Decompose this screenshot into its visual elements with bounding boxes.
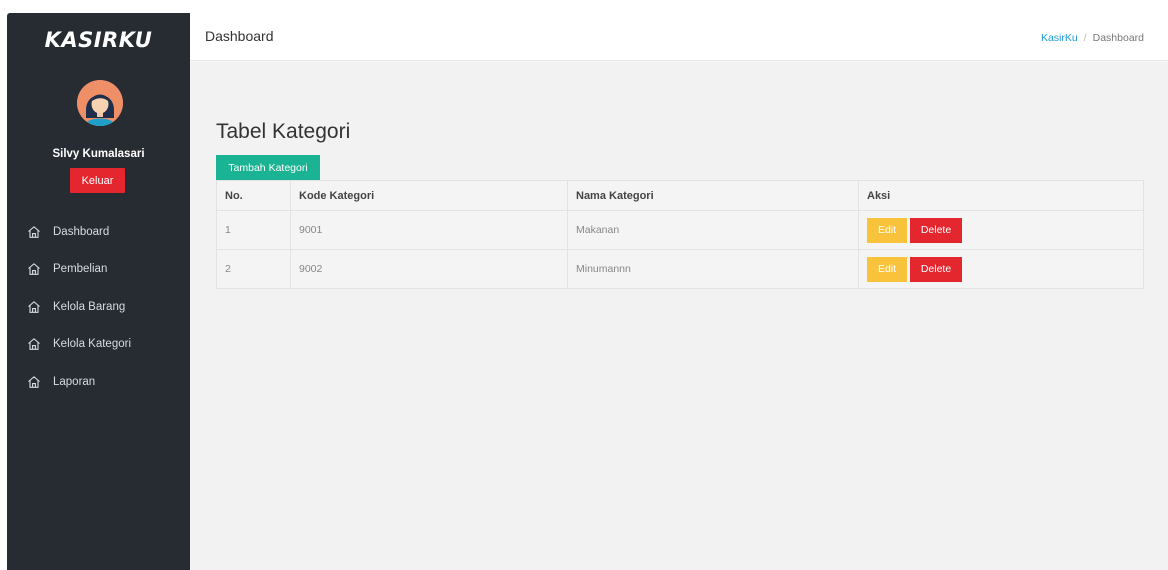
table-row: 2 9002 Minumannn Edit Delete [216, 249, 1144, 289]
breadcrumb-current: Dashboard [1092, 32, 1144, 44]
sidebar-item-label: Dashboard [53, 225, 110, 238]
sidebar-item-label: Laporan [53, 375, 96, 388]
home-icon [27, 375, 41, 389]
cell-no: 1 [216, 210, 291, 250]
sidebar-menu: Dashboard Pembelian Kelola Barang Kelola… [7, 213, 190, 401]
home-icon [27, 300, 41, 314]
column-header-nama: Nama Kategori [567, 180, 859, 211]
breadcrumb: KasirKu / Dashboard [1041, 32, 1144, 44]
breadcrumb-home-link[interactable]: KasirKu [1041, 32, 1078, 44]
cell-nama: Makanan [567, 210, 859, 250]
section-heading: Tabel Kategori [216, 120, 351, 143]
cell-kode: 9001 [290, 210, 568, 250]
user-name: Silvy Kumalasari [52, 148, 145, 160]
sidebar-item-label: Pembelian [53, 263, 108, 276]
sidebar-item-pembelian[interactable]: Pembelian [7, 251, 190, 289]
sidebar: KASIRKU Silvy Kumalasari Keluar Dashboar… [7, 13, 190, 570]
page-title: Dashboard [205, 28, 274, 44]
brand-logo[interactable]: KASIRKU [7, 28, 190, 52]
sidebar-item-label: Kelola Kategori [53, 338, 131, 351]
delete-button[interactable]: Delete [910, 217, 962, 243]
table-header-row: No. Kode Kategori Nama Kategori Aksi [216, 180, 1144, 211]
edit-button[interactable]: Edit [867, 256, 907, 282]
top-bar: Dashboard KasirKu / Dashboard [190, 13, 1168, 61]
home-icon [27, 225, 41, 239]
sidebar-item-label: Kelola Barang [53, 300, 126, 313]
cell-nama: Minumannn [567, 249, 859, 289]
column-header-kode: Kode Kategori [290, 180, 568, 211]
sidebar-item-kelola-barang[interactable]: Kelola Barang [7, 288, 190, 326]
cell-actions: Edit Delete [858, 210, 1144, 250]
main-content: Tabel Kategori Tambah Kategori No. Kode … [190, 62, 1168, 570]
cell-kode: 9002 [290, 249, 568, 289]
column-header-aksi: Aksi [858, 180, 1144, 211]
sidebar-item-dashboard[interactable]: Dashboard [7, 213, 190, 251]
delete-button[interactable]: Delete [910, 256, 962, 282]
column-header-no: No. [216, 180, 291, 211]
edit-button[interactable]: Edit [867, 217, 907, 243]
user-avatar [77, 80, 123, 126]
cell-actions: Edit Delete [858, 249, 1144, 289]
category-table: No. Kode Kategori Nama Kategori Aksi 1 9… [216, 180, 1144, 289]
category-table-container: No. Kode Kategori Nama Kategori Aksi 1 9… [216, 180, 1144, 289]
sidebar-item-kelola-kategori[interactable]: Kelola Kategori [7, 326, 190, 364]
sidebar-item-laporan[interactable]: Laporan [7, 363, 190, 401]
home-icon [27, 337, 41, 351]
home-icon [27, 262, 41, 276]
avatar-illustration [77, 80, 123, 126]
add-category-button[interactable]: Tambah Kategori [216, 155, 320, 181]
breadcrumb-separator: / [1083, 32, 1087, 44]
table-row: 1 9001 Makanan Edit Delete [216, 210, 1144, 250]
cell-no: 2 [216, 249, 291, 289]
logout-button[interactable]: Keluar [70, 168, 125, 193]
